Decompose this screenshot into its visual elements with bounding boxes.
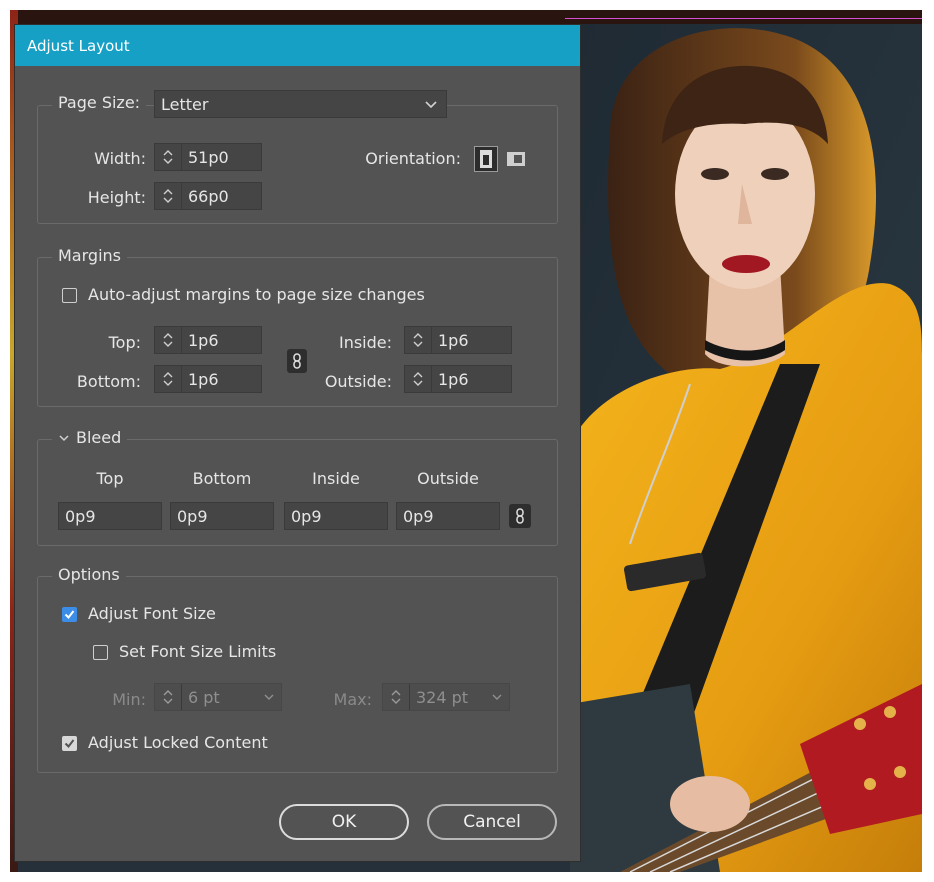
dialog-title: Adjust Layout: [27, 36, 130, 55]
margin-inside-spinner[interactable]: 1p6: [404, 326, 512, 354]
dialog-titlebar[interactable]: Adjust Layout: [15, 25, 580, 66]
orientation-label: Orientation:: [365, 149, 461, 168]
portrait-orientation-icon[interactable]: [474, 146, 498, 172]
bleed-group: Bleed Top Bottom Inside Outside 0p9 0p9 …: [37, 428, 558, 546]
margin-outside-label: Outside:: [324, 372, 392, 391]
adjust-locked-content-label[interactable]: Adjust Locked Content: [88, 733, 268, 752]
bleed-col-top: Top: [96, 469, 124, 488]
adjust-font-size-checkbox[interactable]: [62, 607, 77, 622]
spinner-arrows-icon[interactable]: [405, 366, 432, 392]
adjust-layout-dialog: Adjust Layout Page Size: Letter Width: 5…: [14, 24, 581, 862]
checkmark-icon: [64, 610, 75, 620]
margin-outside-spinner[interactable]: 1p6: [404, 365, 512, 393]
checkmark-icon: [64, 739, 75, 749]
page-size-group: Page Size: Letter Width: 51p0 Height: 66…: [37, 90, 558, 224]
auto-adjust-margins-label[interactable]: Auto-adjust margins to page size changes: [88, 285, 425, 304]
max-font-size-spinner[interactable]: 324 pt: [382, 683, 510, 711]
bleed-col-bottom: Bottom: [192, 469, 252, 488]
page-size-value: Letter: [161, 94, 209, 114]
margin-inside-value[interactable]: 1p6: [432, 327, 511, 353]
bleed-legend[interactable]: Bleed: [52, 428, 128, 447]
width-value[interactable]: 51p0: [182, 144, 261, 170]
margin-guide-line: [565, 18, 922, 19]
min-label: Min:: [112, 690, 146, 709]
options-legend-label: Options: [58, 565, 120, 584]
bleed-top-field[interactable]: 0p9: [58, 502, 162, 530]
margin-bottom-spinner[interactable]: 1p6: [154, 365, 262, 393]
set-font-size-limits-label[interactable]: Set Font Size Limits: [119, 642, 276, 661]
spinner-arrows-icon[interactable]: [405, 327, 432, 353]
height-label: Height:: [87, 188, 146, 207]
spinner-arrows-icon[interactable]: [155, 327, 182, 353]
cancel-button[interactable]: Cancel: [427, 804, 557, 840]
options-legend: Options: [52, 565, 126, 584]
margins-legend: Margins: [52, 246, 127, 265]
height-spinner[interactable]: 66p0: [154, 182, 262, 210]
chevron-down-icon[interactable]: [263, 691, 275, 703]
page-size-select[interactable]: Letter: [154, 90, 447, 118]
width-spinner[interactable]: 51p0: [154, 143, 262, 171]
margin-top-value[interactable]: 1p6: [182, 327, 261, 353]
max-label: Max:: [333, 690, 372, 709]
min-font-size-spinner[interactable]: 6 pt: [154, 683, 282, 711]
chain-link-icon[interactable]: [509, 504, 531, 528]
spinner-arrows-icon[interactable]: [155, 144, 182, 170]
page-size-legend: Page Size:: [52, 93, 147, 112]
bleed-col-inside: Inside: [312, 469, 360, 488]
adjust-font-size-label[interactable]: Adjust Font Size: [88, 604, 216, 623]
bleed-legend-label: Bleed: [76, 428, 122, 447]
margin-top-spinner[interactable]: 1p6: [154, 326, 262, 354]
chevron-down-icon: [425, 101, 437, 109]
spinner-arrows-icon[interactable]: [155, 684, 182, 710]
bleed-outside-field[interactable]: 0p9: [396, 502, 500, 530]
margin-bottom-label: Bottom:: [76, 372, 141, 391]
chevron-down-icon[interactable]: [58, 433, 70, 443]
margin-outside-value[interactable]: 1p6: [432, 366, 511, 392]
guitarist-photo: [570, 24, 922, 872]
margins-group: Margins Auto-adjust margins to page size…: [37, 246, 558, 407]
margin-inside-label: Inside:: [338, 333, 392, 352]
chevron-down-icon[interactable]: [491, 691, 503, 703]
margin-top-label: Top:: [108, 333, 141, 352]
height-value[interactable]: 66p0: [182, 183, 261, 209]
chain-link-icon[interactable]: [287, 349, 307, 373]
ok-button[interactable]: OK: [279, 804, 409, 840]
spinner-arrows-icon[interactable]: [155, 183, 182, 209]
spinner-arrows-icon[interactable]: [383, 684, 410, 710]
margin-bottom-value[interactable]: 1p6: [182, 366, 261, 392]
landscape-orientation-icon[interactable]: [504, 147, 528, 171]
page-size-label: Page Size:: [58, 93, 141, 112]
bleed-col-outside: Outside: [417, 469, 479, 488]
bleed-inside-field[interactable]: 0p9: [284, 502, 388, 530]
spinner-arrows-icon[interactable]: [155, 366, 182, 392]
adjust-locked-content-checkbox[interactable]: [62, 736, 77, 751]
canvas-top-strip: [10, 10, 922, 24]
set-font-size-limits-checkbox[interactable]: [93, 645, 108, 660]
margins-legend-label: Margins: [58, 246, 121, 265]
auto-adjust-margins-checkbox[interactable]: [62, 288, 77, 303]
width-label: Width:: [94, 149, 146, 168]
bleed-bottom-field[interactable]: 0p9: [170, 502, 274, 530]
options-group: Options Adjust Font Size Set Font Size L…: [37, 565, 558, 773]
